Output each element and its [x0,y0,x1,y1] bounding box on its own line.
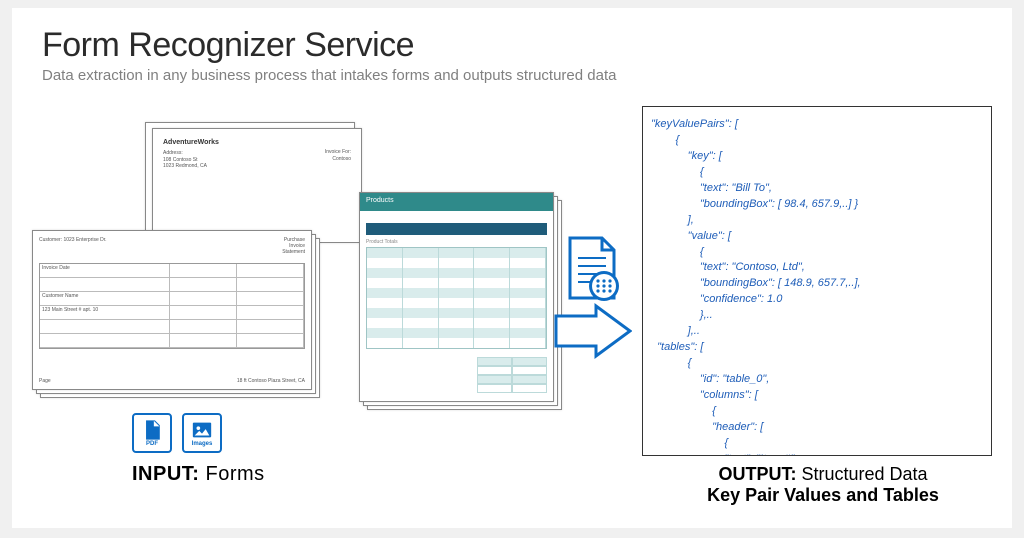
json-line: { [651,357,691,369]
sample-company: AdventureWorks [163,139,351,146]
json-line: "keyValuePairs": [ [651,118,738,130]
json-line: "text": "Item #", [651,453,797,456]
transform-icon [552,236,632,366]
json-line: ], [651,214,694,226]
sample-form: Customer: 1023 Enterprise Dr. Purchase I… [32,230,312,390]
sample-invoice-for: Invoice For: Contoso [325,149,351,162]
json-line: "value": [ [651,230,731,242]
sample-form-grid: Invoice Date Customer Name 123 Main Stre… [39,263,305,349]
json-line: "id": "table_0", [651,373,769,385]
json-line: { [651,405,716,417]
sample-table-header: Products [360,193,553,211]
sample-table-grid [366,247,547,349]
input-area: AdventureWorks Address: 108 Contoso St 1… [32,128,552,428]
json-line: "confidence": 1.0 [651,293,782,305]
sample-table-totals [477,357,547,393]
input-format-icons: PDF Images [132,413,222,453]
json-line: },.. [651,309,713,321]
page-title: Form Recognizer Service [42,26,982,65]
input-label: INPUT: Forms [132,463,265,486]
json-line: "boundingBox": [ 98.4, 657.9,..] } [651,198,858,210]
sample-table: Products Product Totals [359,192,554,402]
json-line: { [651,437,728,449]
json-line: "key": [ [651,150,722,162]
pdf-icon: PDF [132,413,172,453]
json-line: { [651,246,704,258]
json-line: { [651,166,704,178]
sample-address: Address: 108 Contoso St 1023 Redmond, CA [163,150,351,170]
images-icon: Images [182,413,222,453]
json-line: "header": [ [651,421,763,433]
json-line: "text": "Contoso, Ltd", [651,261,805,273]
json-line: ],.. [651,325,700,337]
json-line: "text": "Bill To", [651,182,772,194]
output-json-panel: "keyValuePairs": [ { "key": [ { "text": … [642,106,992,456]
sample-letter: AdventureWorks Address: 108 Contoso St 1… [152,128,362,243]
json-line: { [651,134,679,146]
json-line: "tables": [ [651,341,703,353]
json-line: "columns": [ [651,389,758,401]
output-label: OUTPUT: Structured Data Key Pair Values … [648,464,998,506]
json-line: "boundingBox": [ 148.9, 657.7,..], [651,277,861,289]
page-subtitle: Data extraction in any business process … [42,67,982,84]
slide: Form Recognizer Service Data extraction … [12,8,1012,528]
